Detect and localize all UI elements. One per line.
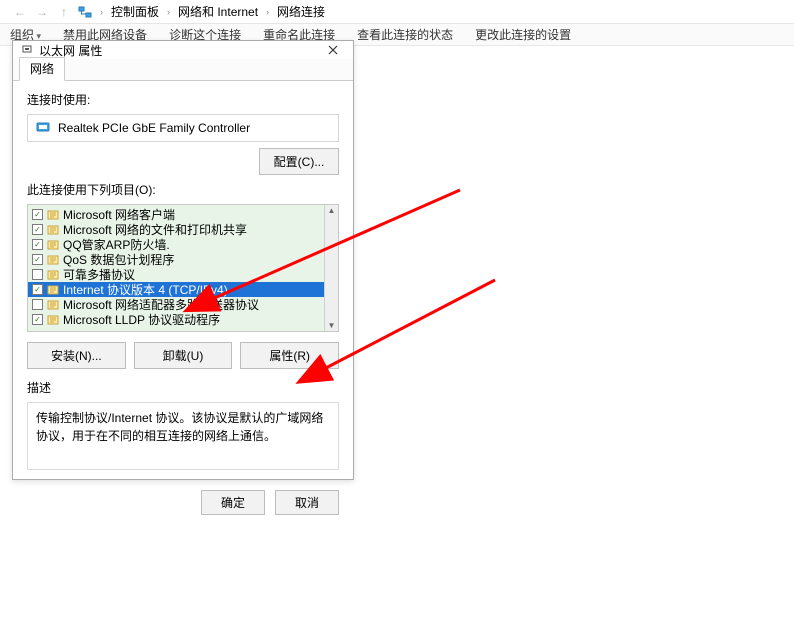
breadcrumb-chevron-icon: › (266, 7, 269, 17)
protocol-icon (47, 239, 59, 251)
install-button[interactable]: 安装(N)... (27, 342, 126, 369)
tab-strip: 网络 (13, 59, 353, 81)
change-settings-button[interactable]: 更改此连接的设置 (471, 26, 575, 43)
breadcrumb-chevron-icon: › (100, 7, 103, 17)
properties-button[interactable]: 属性(R) (240, 342, 339, 369)
dialog-title: 以太网 属性 (39, 42, 102, 59)
ethernet-icon (21, 43, 33, 58)
checkbox[interactable]: ✓ (32, 254, 43, 265)
checkbox[interactable]: ✓ (32, 239, 43, 250)
breadcrumb-network-internet[interactable]: 网络和 Internet (178, 3, 258, 20)
adapter-box: Realtek PCIe GbE Family Controller (27, 114, 339, 142)
cancel-button[interactable]: 取消 (275, 490, 339, 515)
checkbox[interactable]: ✓ (32, 284, 43, 295)
connect-using-label: 连接时使用: (27, 91, 339, 108)
scroll-down-icon[interactable]: ▼ (328, 320, 336, 331)
protocol-icon (47, 254, 59, 266)
dialog-body: 连接时使用: Realtek PCIe GbE Family Controlle… (13, 81, 353, 480)
network-icon (78, 6, 92, 18)
nav-forward-icon[interactable]: → (34, 5, 50, 19)
breadcrumb-chevron-icon: › (167, 7, 170, 17)
explorer-breadcrumb-bar: ← → ↑ › 控制面板 › 网络和 Internet › 网络连接 (0, 0, 794, 24)
checkbox[interactable] (32, 299, 43, 310)
protocol-item[interactable]: ✓Microsoft 网络客户端 (28, 207, 324, 222)
protocol-item[interactable]: Microsoft 网络适配器多路传送器协议 (28, 297, 324, 312)
adapter-name: Realtek PCIe GbE Family Controller (58, 121, 250, 135)
ok-button[interactable]: 确定 (201, 490, 265, 515)
protocol-icon (47, 314, 59, 326)
uninstall-button[interactable]: 卸载(U) (134, 342, 233, 369)
protocol-item[interactable]: 可靠多播协议 (28, 267, 324, 282)
protocol-list: ✓Microsoft 网络客户端✓Microsoft 网络的文件和打印机共享✓Q… (27, 204, 339, 332)
protocol-label: Microsoft LLDP 协议驱动程序 (63, 311, 220, 328)
nav-up-icon[interactable]: ↑ (56, 5, 72, 19)
breadcrumb-network-connections[interactable]: 网络连接 (277, 3, 325, 20)
checkbox[interactable]: ✓ (32, 209, 43, 220)
tab-network[interactable]: 网络 (19, 57, 65, 81)
close-button[interactable] (319, 41, 347, 59)
protocol-icon (47, 299, 59, 311)
description-text: 传输控制协议/Internet 协议。该协议是默认的广域网络协议，用于在不同的相… (27, 402, 339, 470)
scroll-up-icon[interactable]: ▲ (328, 205, 336, 216)
ethernet-properties-dialog: 以太网 属性 网络 连接时使用: Realtek PCIe GbE Family… (12, 40, 354, 480)
protocol-item[interactable]: ✓Internet 协议版本 4 (TCP/IPv4) (28, 282, 324, 297)
view-status-button[interactable]: 查看此连接的状态 (353, 26, 457, 43)
breadcrumb-control-panel[interactable]: 控制面板 (111, 3, 159, 20)
protocol-item[interactable]: ✓ Microsoft LLDP 协议驱动程序 (28, 312, 324, 327)
protocol-icon (47, 224, 59, 236)
dialog-footer: 确定 取消 (13, 480, 353, 527)
protocol-item[interactable]: ✓Microsoft 网络的文件和打印机共享 (28, 222, 324, 237)
protocol-item[interactable]: ✓QQ管家ARP防火墙. (28, 237, 324, 252)
items-label: 此连接使用下列项目(O): (27, 181, 339, 198)
checkbox[interactable] (32, 269, 43, 280)
checkbox[interactable]: ✓ (32, 224, 43, 235)
checkbox[interactable]: ✓ (32, 314, 43, 325)
protocol-item[interactable]: ✓QoS 数据包计划程序 (28, 252, 324, 267)
configure-button[interactable]: 配置(C)... (259, 148, 339, 175)
description-label: 描述 (27, 379, 339, 396)
scrollbar[interactable]: ▲ ▼ (324, 205, 338, 331)
adapter-icon (36, 121, 50, 136)
protocol-icon (47, 209, 59, 221)
protocol-icon (47, 269, 59, 281)
protocol-icon (47, 284, 59, 296)
nav-back-icon[interactable]: ← (12, 5, 28, 19)
